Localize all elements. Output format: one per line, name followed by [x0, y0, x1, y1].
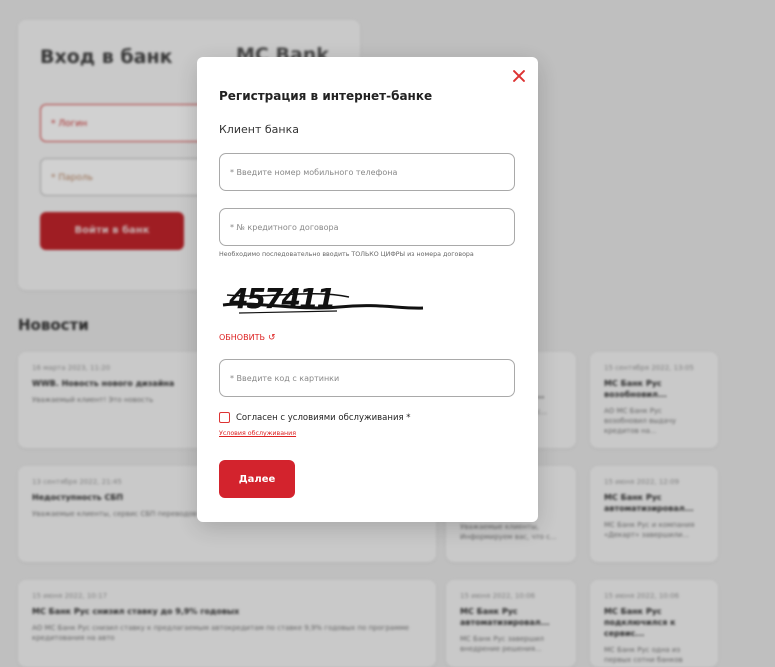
agree-row: Согласен с условиями обслуживания * — [219, 412, 411, 423]
next-button[interactable]: Далее — [219, 460, 295, 498]
refresh-icon: ↺ — [267, 333, 276, 343]
refresh-captcha-link[interactable]: обновить ↺ — [219, 333, 276, 343]
modal-subtitle: Клиент банка — [219, 123, 299, 136]
contract-hint: Необходимо последовательно вводить ТОЛЬК… — [219, 251, 474, 258]
close-icon[interactable] — [512, 69, 526, 83]
refresh-label: обновить — [219, 333, 265, 342]
phone-input[interactable] — [219, 153, 515, 191]
captcha-image: 457411 — [222, 282, 424, 315]
agree-label: Согласен с условиями обслуживания * — [236, 412, 411, 423]
terms-link[interactable]: Условия обслуживания — [219, 430, 296, 437]
captcha-text: 457411 — [228, 282, 334, 315]
agree-checkbox[interactable] — [219, 412, 230, 423]
registration-modal: Регистрация в интернет-банке Клиент банк… — [197, 57, 538, 522]
captcha-input[interactable] — [219, 359, 515, 397]
contract-number-input[interactable] — [219, 208, 515, 246]
modal-title: Регистрация в интернет-банке — [219, 89, 433, 103]
